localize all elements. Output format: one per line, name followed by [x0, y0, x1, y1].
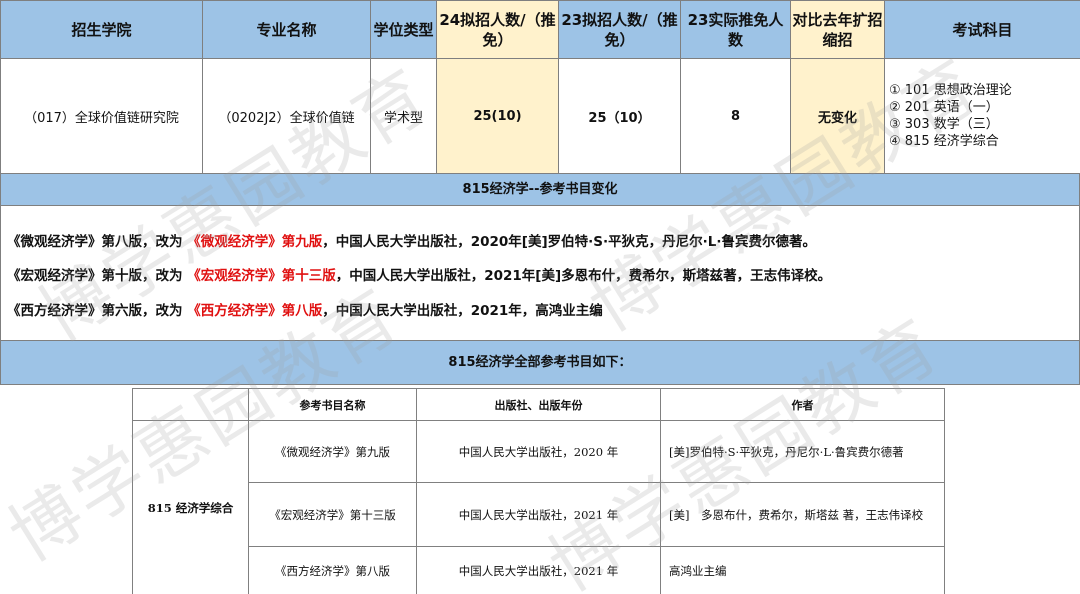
- header-compare: 对比去年扩招缩招: [790, 0, 885, 59]
- admission-table: 招生学院 专业名称 学位类型 24拟招人数/（推免） 23拟招人数/（推免） 2…: [0, 0, 1080, 174]
- ref-publisher: 中国人民大学出版社，2020 年: [416, 420, 661, 483]
- table-row: 《宏观经济学》第十三版 中国人民大学出版社，2021 年 [美] 多恩布什，费希…: [133, 482, 945, 547]
- change-new-book: 《宏观经济学》第十三版: [187, 268, 336, 284]
- ref-header-publisher: 出版社、出版年份: [416, 388, 661, 421]
- ref-author: [美] 多恩布什，费希尔，斯塔兹 著，王志伟译校: [660, 482, 945, 547]
- cell-plan-24: 25(10): [436, 58, 559, 174]
- ref-header-book: 参考书目名称: [248, 388, 417, 421]
- table-header-row: 招生学院 专业名称 学位类型 24拟招人数/（推免） 23拟招人数/（推免） 2…: [0, 0, 1080, 59]
- cell-actual-23: 8: [680, 58, 791, 174]
- ref-section-title: 815经济学全部参考书目如下：: [0, 340, 1080, 385]
- ref-publisher: 中国人民大学出版社，2021 年: [416, 482, 661, 547]
- ref-author: [美]罗伯特·S·平狄克，丹尼尔·L·鲁宾费尔德著: [660, 420, 945, 483]
- change-details: ，中国人民大学出版社，2021年[美]多恩布什，费希尔，斯塔兹著，王志伟译校。: [335, 268, 832, 284]
- cell-plan-23: 25（10）: [558, 58, 681, 174]
- ref-author: 高鸿业主编: [660, 546, 945, 594]
- subject-item: ① 101 思想政治理论: [889, 83, 1012, 98]
- cell-degree-type: 学术型: [370, 58, 437, 174]
- change-item: 《西方经济学》第六版，改为 《西方经济学》第八版，中国人民大学出版社，2021年…: [7, 299, 603, 319]
- change-item: 《宏观经济学》第十版，改为 《宏观经济学》第十三版，中国人民大学出版社，2021…: [7, 264, 831, 284]
- header-college: 招生学院: [0, 0, 203, 59]
- change-new-book: 《微观经济学》第九版: [187, 234, 323, 250]
- cell-compare: 无变化: [790, 58, 885, 174]
- cell-college: （017）全球价值链研究院: [0, 58, 203, 174]
- change-new-book: 《西方经济学》第八版: [187, 303, 323, 319]
- header-plan-23: 23拟招人数/（推免）: [558, 0, 681, 59]
- table-row: （017）全球价值链研究院 （0202J2）全球价值链 学术型 25(10) 2…: [0, 58, 1080, 174]
- header-major: 专业名称: [202, 0, 371, 59]
- header-subjects: 考试科目: [884, 0, 1080, 59]
- change-item: 《微观经济学》第八版，改为 《微观经济学》第九版，中国人民大学出版社，2020年…: [7, 230, 816, 250]
- ref-subject: 815 经济学综合: [132, 420, 249, 594]
- table-row: 815 经济学综合 《微观经济学》第九版 中国人民大学出版社，2020 年 [美…: [132, 420, 945, 594]
- header-degree-type: 学位类型: [370, 0, 437, 59]
- change-old-text: 《宏观经济学》第十版，改为: [7, 268, 188, 284]
- ref-book: 《西方经济学》第八版: [248, 546, 417, 594]
- subject-item: ② 201 英语（一）: [889, 100, 999, 115]
- change-old-text: 《西方经济学》第六版，改为: [7, 303, 188, 319]
- ref-header-author: 作者: [660, 388, 945, 421]
- subject-item: ④ 815 经济学综合: [889, 134, 999, 149]
- reference-table: 参考书目名称 出版社、出版年份 作者 815 经济学综合 《微观经济学》第九版 …: [132, 388, 945, 594]
- ref-publisher: 中国人民大学出版社，2021 年: [416, 546, 661, 594]
- cell-major: （0202J2）全球价值链: [202, 58, 371, 174]
- subject-item: ③ 303 数学（三）: [889, 117, 999, 132]
- change-old-text: 《微观经济学》第八版，改为: [7, 234, 188, 250]
- change-details: ，中国人民大学出版社，2021年，高鸿业主编: [322, 303, 603, 319]
- ref-header-row: 参考书目名称 出版社、出版年份 作者: [132, 388, 945, 421]
- cell-subjects: ① 101 思想政治理论 ② 201 英语（一） ③ 303 数学（三） ④ 8…: [884, 58, 1080, 174]
- change-section-title: 815经济学--参考书目变化: [0, 173, 1080, 206]
- ref-book: 《微观经济学》第九版: [248, 420, 417, 483]
- header-actual-23: 23实际推免人数: [680, 0, 791, 59]
- change-list: 《微观经济学》第八版，改为 《微观经济学》第九版，中国人民大学出版社，2020年…: [0, 206, 1080, 340]
- ref-header-blank: [132, 388, 249, 421]
- change-details: ，中国人民大学出版社，2020年[美]罗伯特·S·平狄克，丹尼尔·L·鲁宾费尔德…: [322, 234, 816, 250]
- table-row: 《西方经济学》第八版 中国人民大学出版社，2021 年 高鸿业主编: [133, 546, 945, 594]
- ref-book: 《宏观经济学》第十三版: [248, 482, 417, 547]
- header-plan-24: 24拟招人数/（推免）: [436, 0, 559, 59]
